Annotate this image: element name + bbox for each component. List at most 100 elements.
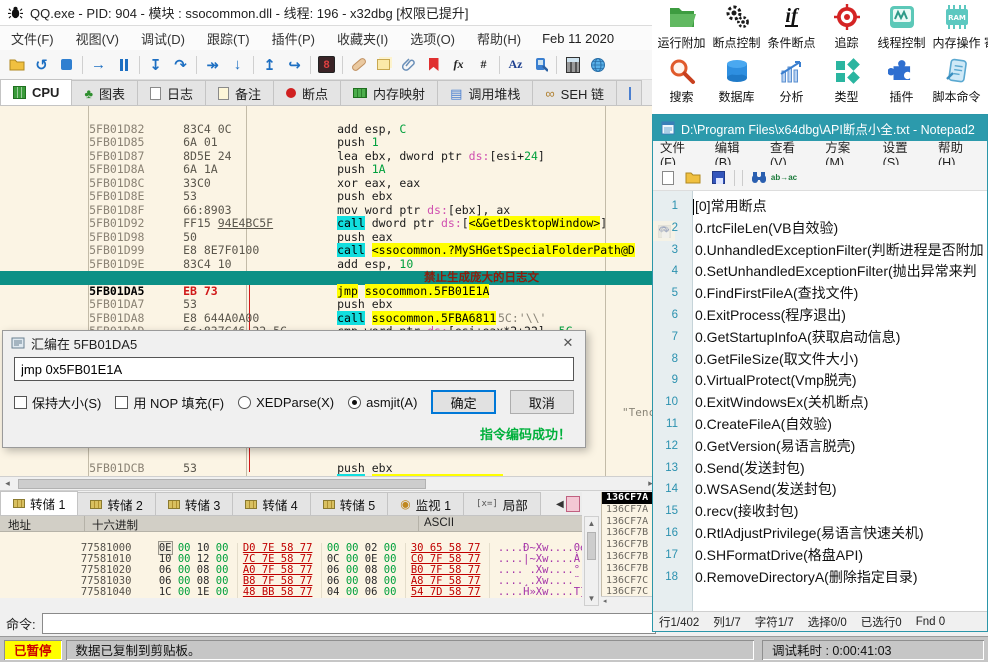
replace-icon[interactable]: ab→ac (771, 168, 797, 188)
text-line[interactable]: 10 0.ExitWindowsEx(关机断点) (653, 392, 987, 414)
strings-icon[interactable]: Az (503, 53, 528, 77)
menu-item[interactable]: 跟踪(T) (196, 29, 261, 48)
disasm-hscrollbar[interactable]: ◂ ▸ (0, 476, 658, 491)
hex-row[interactable]: 77581000 0E 00 10 00 D0 7E 58 77 00 00 02 0… (0, 532, 582, 555)
restart-icon[interactable]: ↺ (29, 53, 54, 77)
run-to-user-code-icon[interactable]: ↪ (282, 53, 307, 77)
step-down-icon[interactable]: ↓ (225, 53, 250, 77)
assemble-option[interactable]: 用 NOP 填充(F) (115, 393, 224, 412)
dump-vscrollbar[interactable]: ▲ ▼ (584, 516, 599, 606)
tab-locals[interactable]: [x=] 局部 (463, 492, 541, 515)
handles-icon[interactable] (528, 53, 553, 77)
ok-button[interactable]: 确定 (431, 390, 496, 414)
hex-dump-pane[interactable]: 77581000 0E 00 10 00 D0 7E 58 77 00 00 02 0… (0, 532, 582, 598)
functions-icon[interactable]: fx (446, 53, 471, 77)
scroll-left-arrow[interactable]: ◂ (0, 477, 15, 490)
disasm-row[interactable]: 5FB01D8A 6A 1A push 1A (0, 150, 658, 176)
tab-partial[interactable] (616, 80, 642, 105)
disasm-row[interactable]: 5FB01D82 83C4 0C add esp, C (0, 109, 658, 136)
assemble-instruction-input[interactable] (14, 357, 574, 381)
stack-row[interactable]: 136CF7A (602, 492, 658, 504)
preferences-globe-icon[interactable] (585, 53, 610, 77)
tab-dump-1[interactable]: 转储 1 (0, 491, 79, 515)
tab-log[interactable]: 日志 (137, 80, 207, 105)
stack-row[interactable]: 136CF7A (602, 516, 658, 528)
run-to-selection-icon[interactable]: ↠ (200, 53, 225, 77)
text-line[interactable]: 9 0.VirtualProtect(Vmp脱壳) (653, 370, 987, 392)
disasm-row[interactable]: 5FB01DAD66:837C46 22 5Ccmp word ptr ds:[… (0, 311, 658, 338)
text-line[interactable]: 2 0.rtcFileLen(VB自效验) (653, 218, 987, 240)
launcher-analyze[interactable]: 分析 (764, 56, 819, 105)
struct-tab-icon[interactable] (565, 496, 580, 512)
patch-icon[interactable] (346, 53, 371, 77)
step-into-icon[interactable]: ↧ (143, 53, 168, 77)
cancel-button[interactable]: 取消 (509, 390, 574, 414)
assemble-option[interactable]: asmjit(A) (348, 393, 417, 412)
text-line[interactable]: 13 0.Send(发送封包) (653, 458, 987, 480)
text-line[interactable]: 16 0.RtlAdjustPrivilege(易语言快速关机) (653, 523, 987, 545)
option-box-icon[interactable] (348, 395, 362, 409)
close-icon[interactable]: ✕ (559, 335, 577, 351)
text-line[interactable]: 5 0.FindFirstFileA(查找文件) (653, 283, 987, 305)
text-line[interactable]: 12 0.GetVersion(易语言脱壳) (653, 436, 987, 458)
menu-item[interactable]: 插件(P) (261, 29, 326, 48)
launcher-trace[interactable]: 追踪 (819, 2, 874, 51)
text-line[interactable]: 17 0.SHFormatDrive(格盘API) (653, 545, 987, 567)
stack-row[interactable]: 136CF7A (602, 504, 658, 516)
tab-dump-2[interactable]: 转储 2 (77, 492, 156, 515)
disasm-row[interactable]: 5FB01D87 8D5E 24 lea ebx, dword ptr ds:[es… (0, 136, 658, 163)
stack-row[interactable]: 136CF7B (602, 563, 658, 575)
disasm-row[interactable]: 5FB01D8E 53 push ebx (0, 177, 658, 203)
text-line[interactable]: 18 0.RemoveDirectoryA(删除指定目录) (653, 567, 987, 589)
tab-cpu[interactable]: CPU (0, 79, 73, 105)
disasm-row[interactable]: 5FB01D8C 33C0 xor eax, eax (0, 163, 658, 190)
disasm-row[interactable]: 5FB01D98 50 push eax (0, 217, 658, 244)
launcher-database[interactable]: 数据库 (709, 56, 764, 105)
open-file-icon[interactable] (4, 53, 29, 77)
disasm-row[interactable]: 5FB01DA7 53 push ebx (0, 285, 658, 311)
stack-hscrollbar[interactable]: ◂ (601, 596, 658, 606)
launcher-breakpoint-control[interactable]: 断点控制 (709, 2, 764, 51)
launcher-thread-control[interactable]: 线程控制 (874, 2, 929, 51)
stack-row[interactable]: 136CF7B (602, 551, 658, 563)
tab-breakpoints[interactable]: 断点 (273, 80, 342, 105)
disasm-row[interactable]: 5FB01DA8 E8 644A0A00 call ssocommon.5FBA68… (0, 298, 658, 325)
scroll-thumb[interactable] (18, 479, 426, 489)
pause-icon[interactable] (111, 53, 136, 77)
tab-dump-5[interactable]: 转储 5 (309, 492, 389, 515)
notepad2-editor[interactable]: 1 [0]常用断点 2 0.rtcFileLen(VB自效验) 3 0.Unhandl… (653, 191, 987, 611)
stop-icon[interactable] (54, 53, 79, 77)
stack-row[interactable]: 136CF7C (602, 575, 658, 587)
menu-item[interactable]: 视图(V) (65, 29, 130, 48)
text-area[interactable]: 1 [0]常用断点 2 0.rtcFileLen(VB自效验) 3 0.Unhandl… (653, 191, 987, 611)
scroll-thumb[interactable] (587, 532, 596, 560)
int8-icon[interactable]: 8 (314, 53, 339, 77)
disasm-row[interactable]: 5FB01D9E 83C4 10 add esp, 10 (0, 244, 658, 271)
disasm-row[interactable]: 5FB01D92 FF15 94E4BC5F call dword ptr ds:[… (0, 204, 658, 230)
launcher-search[interactable]: 搜索 (654, 56, 709, 105)
find-icon[interactable] (748, 168, 770, 188)
step-out-icon[interactable]: ↥ (257, 53, 282, 77)
text-line[interactable]: 1 [0]常用断点 (653, 196, 987, 218)
text-line[interactable]: 8 0.GetFileSize(取文件大小) (653, 349, 987, 371)
option-box-icon[interactable] (14, 395, 27, 409)
command-input[interactable] (41, 612, 656, 634)
attach-icon[interactable] (396, 53, 421, 77)
calculator-icon[interactable] (560, 53, 585, 77)
stack-row[interactable]: 136CF7B (602, 527, 658, 539)
launcher-conditional-breakpoint[interactable]: if 条件断点 (764, 2, 819, 51)
menu-item[interactable]: 收藏夹(I) (326, 29, 399, 48)
text-line[interactable]: 11 0.CreateFileA(自效验) (653, 414, 987, 436)
tab-nav-arrows[interactable]: ◀ (556, 494, 600, 514)
tab-notes[interactable]: 备注 (205, 80, 275, 105)
comments-icon[interactable] (371, 53, 396, 77)
run-icon[interactable]: → (86, 53, 111, 77)
menu-item[interactable]: 调试(D) (130, 29, 196, 48)
launcher-types[interactable]: 类型 (819, 56, 874, 105)
launcher-memory-ops[interactable]: RAM 内存操作 (929, 2, 984, 51)
text-line[interactable]: 15 0.recv(接收封包) (653, 501, 987, 523)
text-line[interactable]: 14 0.WSASend(发送封包) (653, 479, 987, 501)
save-as-icon[interactable] (707, 168, 729, 188)
text-line[interactable]: 7 0.GetStartupInfoA(获取启动信息) (653, 327, 987, 349)
launcher-script[interactable]: 脚本命令 (929, 56, 984, 105)
